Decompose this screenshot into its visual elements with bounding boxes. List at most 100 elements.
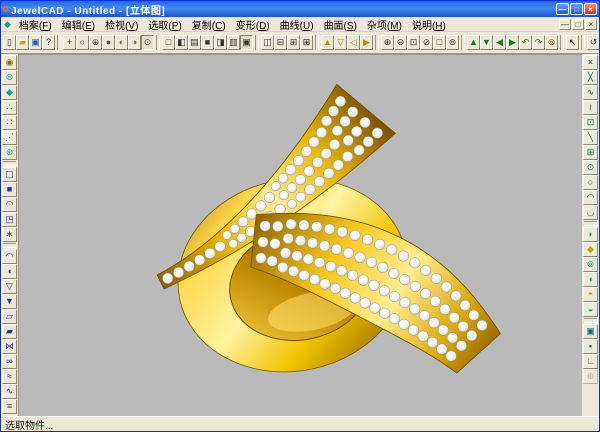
ring-wizard-button[interactable]: ⊜: [2, 70, 17, 85]
arc-filled-button[interactable]: ◖: [2, 264, 17, 279]
close-button[interactable]: ×: [584, 3, 597, 15]
pan-up-button[interactable]: ▲: [467, 35, 480, 50]
sphere-half-right-button[interactable]: ◑: [128, 35, 141, 50]
pan-left-button[interactable]: ◀: [493, 35, 506, 50]
split-quad-button[interactable]: ⊞: [287, 35, 300, 50]
move-point-button[interactable]: ×: [583, 55, 598, 70]
delete-point-button[interactable]: ╳: [583, 70, 598, 85]
split-vertical-button[interactable]: ◫: [261, 35, 274, 50]
triangle-outline-button[interactable]: ▽: [2, 279, 17, 294]
parallelogram-outline-button[interactable]: ▱: [2, 309, 17, 324]
dimension-tool-button[interactable]: ≡: [2, 399, 17, 414]
circle-tool-button[interactable]: ○: [583, 175, 598, 190]
loft-surface-button[interactable]: ∞: [2, 354, 17, 369]
open-folder-button[interactable]: ▰: [16, 35, 29, 50]
rect-filled-button[interactable]: ■: [2, 182, 17, 197]
mdi-restore-button[interactable]: □: [572, 19, 584, 30]
square-hatch2-button[interactable]: ▥: [227, 35, 240, 50]
menu-edit[interactable]: 编辑(E): [57, 21, 100, 32]
arc-up-button[interactable]: ◠: [583, 190, 598, 205]
new-file-button[interactable]: ▯: [3, 35, 16, 50]
grid-point-button[interactable]: ⊞: [583, 145, 598, 160]
menu-select[interactable]: 选取(P): [143, 21, 186, 32]
zoom-all-button[interactable]: ⊚: [446, 35, 459, 50]
gem-tool-button[interactable]: ◆: [2, 85, 17, 100]
zoom-window-button[interactable]: ⊡: [407, 35, 420, 50]
cluster-tool-button[interactable]: ⊛: [2, 145, 17, 160]
titlebar[interactable]: ♦ JewelCAD - Untitled - [立体图] —□×: [1, 1, 599, 17]
rotate-left-button[interactable]: ↶: [519, 35, 532, 50]
copy-object-button[interactable]: ▣: [583, 324, 598, 339]
triangle-filled-button[interactable]: ▼: [2, 294, 17, 309]
rect-outline-button[interactable]: ▢: [2, 167, 17, 182]
view-left-button[interactable]: ◁: [347, 35, 360, 50]
edit-curve-button[interactable]: ≀: [583, 100, 598, 115]
axes-button[interactable]: +: [63, 35, 76, 50]
center-circle-button[interactable]: ⊙: [583, 160, 598, 175]
square-white-button[interactable]: □: [162, 35, 175, 50]
split-grid-button[interactable]: ⊞: [300, 35, 313, 50]
prong-tool-button[interactable]: ◖: [583, 272, 598, 287]
pan-right-button[interactable]: ▶: [506, 35, 519, 50]
menu-transform[interactable]: 变形(D): [231, 21, 275, 32]
polyline-tool-button[interactable]: ∿: [2, 384, 17, 399]
undo-button[interactable]: ↺: [587, 35, 600, 50]
save-button[interactable]: ▣: [29, 35, 42, 50]
angle-tool-button[interactable]: ∟: [583, 354, 598, 369]
menu-view[interactable]: 检视(V): [100, 21, 143, 32]
sphere-hatch-button[interactable]: ⊕: [89, 35, 102, 50]
menu-curve[interactable]: 曲线(U): [275, 21, 319, 32]
view-render-button[interactable]: ◉: [2, 55, 17, 70]
menu-surface[interactable]: 曲面(S): [319, 21, 362, 32]
zoom-out-button[interactable]: ⊖: [394, 35, 407, 50]
restore-button[interactable]: □: [570, 3, 583, 15]
sphere-shaded-button[interactable]: ⊙: [141, 35, 154, 50]
wire-circle-button[interactable]: ○: [76, 35, 89, 50]
pan-down-button[interactable]: ▼: [480, 35, 493, 50]
square-frame-button[interactable]: ▣: [240, 35, 253, 50]
context-help-button[interactable]: ?: [42, 35, 55, 50]
point-edit-button[interactable]: ∗: [2, 227, 17, 242]
zoom-in-button[interactable]: ⊕: [381, 35, 394, 50]
zoom-box-button[interactable]: □: [433, 35, 446, 50]
control-point-button[interactable]: ⊡: [583, 115, 598, 130]
view-down-button[interactable]: ▽: [334, 35, 347, 50]
mdi-minimize-button[interactable]: —: [559, 19, 571, 30]
arc-open-button[interactable]: ◡: [583, 205, 598, 220]
rotate-right-button[interactable]: ↷: [532, 35, 545, 50]
minimize-button[interactable]: —: [556, 3, 569, 15]
gem-setting-button[interactable]: ◆: [583, 242, 598, 257]
pipe-tool-button[interactable]: ◗: [583, 227, 598, 242]
menu-misc[interactable]: 杂项(M): [362, 21, 407, 32]
pave-tool-button[interactable]: ∷: [2, 115, 17, 130]
menu-help[interactable]: 说明(H): [407, 21, 451, 32]
corner-tool-button[interactable]: ◳: [2, 212, 17, 227]
smooth-curve-button[interactable]: ∿: [583, 85, 598, 100]
dome-setting-button[interactable]: ◒: [583, 302, 598, 317]
split-horizontal-button[interactable]: ⊟: [274, 35, 287, 50]
square-right-black-button[interactable]: ◨: [214, 35, 227, 50]
ball-joint-button[interactable]: ⊚: [583, 257, 598, 272]
arc-outline-button[interactable]: ◠: [2, 249, 17, 264]
point-object-button[interactable]: ▪: [583, 339, 598, 354]
sphere-solid-button[interactable]: ●: [102, 35, 115, 50]
view-right-button[interactable]: ▶: [360, 35, 373, 50]
wave-surface-button[interactable]: ≈: [2, 369, 17, 384]
render-view-button[interactable]: ⊚: [545, 35, 558, 50]
select-cursor-button[interactable]: ↖: [566, 35, 579, 50]
square-hatch-button[interactable]: ▤: [188, 35, 201, 50]
bead-line-button[interactable]: ⋰: [2, 130, 17, 145]
menu-file[interactable]: 档案(F): [14, 21, 57, 32]
square-left-black-button[interactable]: ◧: [175, 35, 188, 50]
sphere-half-left-button[interactable]: ◐: [115, 35, 128, 50]
dome-tool-button[interactable]: ◠: [2, 197, 17, 212]
parallelogram-filled-button[interactable]: ▰: [2, 324, 17, 339]
menu-copy[interactable]: 复制(C): [187, 21, 231, 32]
channel-tool-button[interactable]: ◓: [583, 287, 598, 302]
bowtie-surface-button[interactable]: ⋈: [2, 339, 17, 354]
mdi-child-icon[interactable]: ◆: [4, 19, 11, 30]
view-up-button[interactable]: ▲: [321, 35, 334, 50]
zoom-previous-button[interactable]: ⊘: [420, 35, 433, 50]
square-solid-button[interactable]: ■: [201, 35, 214, 50]
bead-tool-button[interactable]: ∴: [2, 100, 17, 115]
